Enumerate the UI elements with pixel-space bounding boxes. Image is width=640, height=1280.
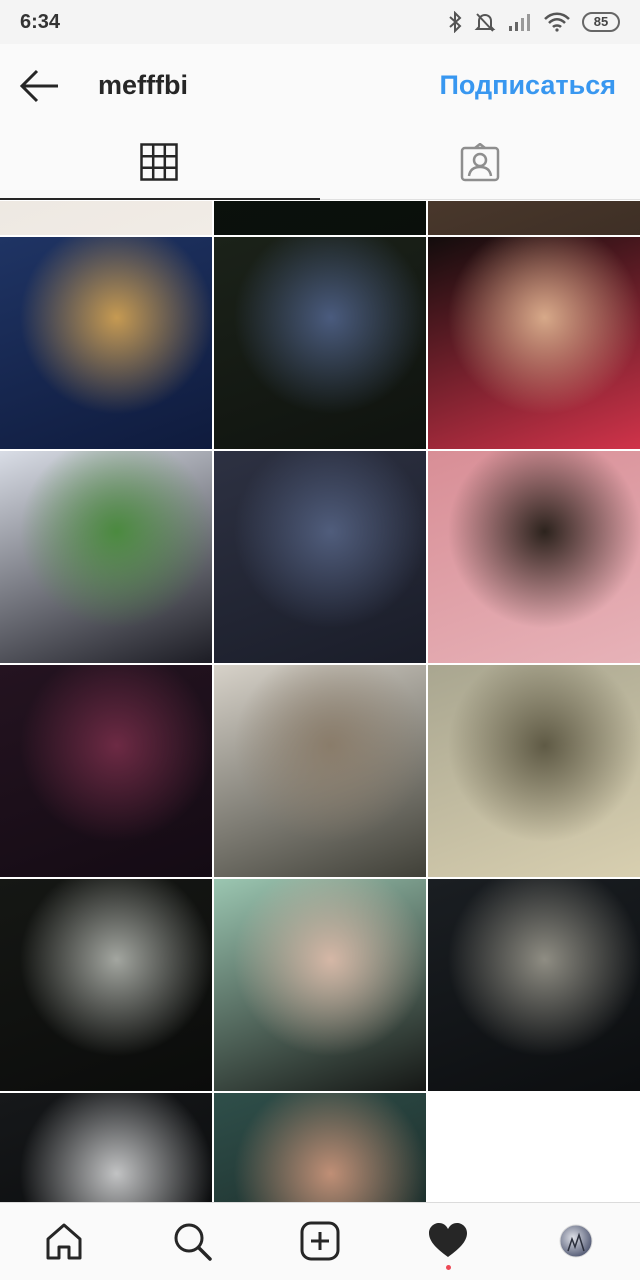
photo-grid: [0, 201, 640, 1202]
profile-tabs: [0, 128, 640, 200]
photo-thumbnail[interactable]: [214, 201, 426, 235]
photo-thumbnail[interactable]: [214, 237, 426, 449]
photo-thumbnail[interactable]: [0, 451, 212, 663]
bluetooth-icon: [449, 11, 462, 33]
photo-thumbnail[interactable]: [0, 1093, 212, 1202]
bottom-navigation: [0, 1202, 640, 1280]
profile-header: mefffbi Подписаться: [0, 44, 640, 128]
photo-thumbnail[interactable]: [0, 665, 212, 877]
signal-icon: [509, 14, 530, 31]
photo-thumbnail[interactable]: [0, 237, 212, 449]
status-time: 6:34: [20, 11, 61, 33]
subscribe-button[interactable]: Подписаться: [439, 70, 616, 101]
notification-dot: [446, 1265, 451, 1270]
back-arrow-icon[interactable]: [18, 66, 60, 106]
battery-level: 85: [593, 14, 609, 29]
photo-thumbnail[interactable]: [214, 879, 426, 1091]
tagged-photos-icon: [460, 143, 500, 182]
nav-new-post[interactable]: [256, 1203, 384, 1280]
nav-activity[interactable]: [384, 1203, 512, 1280]
status-icons: 85: [448, 10, 620, 34]
photo-thumbnail[interactable]: [428, 201, 640, 235]
nav-home[interactable]: [0, 1203, 128, 1280]
nav-profile[interactable]: [512, 1203, 640, 1280]
new-post-icon: [300, 1221, 340, 1261]
tab-tagged-photos[interactable]: [320, 128, 640, 200]
photo-thumbnail[interactable]: [214, 1093, 426, 1202]
photo-thumbnail[interactable]: [428, 451, 640, 663]
photo-thumbnail[interactable]: [214, 451, 426, 663]
home-icon: [46, 1223, 82, 1260]
wifi-icon: [544, 12, 570, 32]
profile-avatar-icon: [559, 1224, 593, 1258]
profile-username: mefffbi: [98, 70, 188, 100]
grid-icon: [140, 143, 178, 181]
status-bar: 6:34 85: [0, 0, 640, 44]
photo-thumbnail[interactable]: [428, 879, 640, 1091]
photo-thumbnail[interactable]: [428, 665, 640, 877]
photo-thumbnail[interactable]: [0, 201, 212, 235]
photo-thumbnail[interactable]: [428, 237, 640, 449]
search-icon: [174, 1223, 212, 1261]
photo-thumbnail[interactable]: [214, 665, 426, 877]
tab-grid-view[interactable]: [0, 128, 320, 200]
battery-icon: 85: [582, 12, 620, 32]
activity-heart-icon: [429, 1223, 467, 1257]
photo-thumbnail[interactable]: [0, 879, 212, 1091]
notifications-muted-icon: [474, 13, 496, 32]
nav-search[interactable]: [128, 1203, 256, 1280]
